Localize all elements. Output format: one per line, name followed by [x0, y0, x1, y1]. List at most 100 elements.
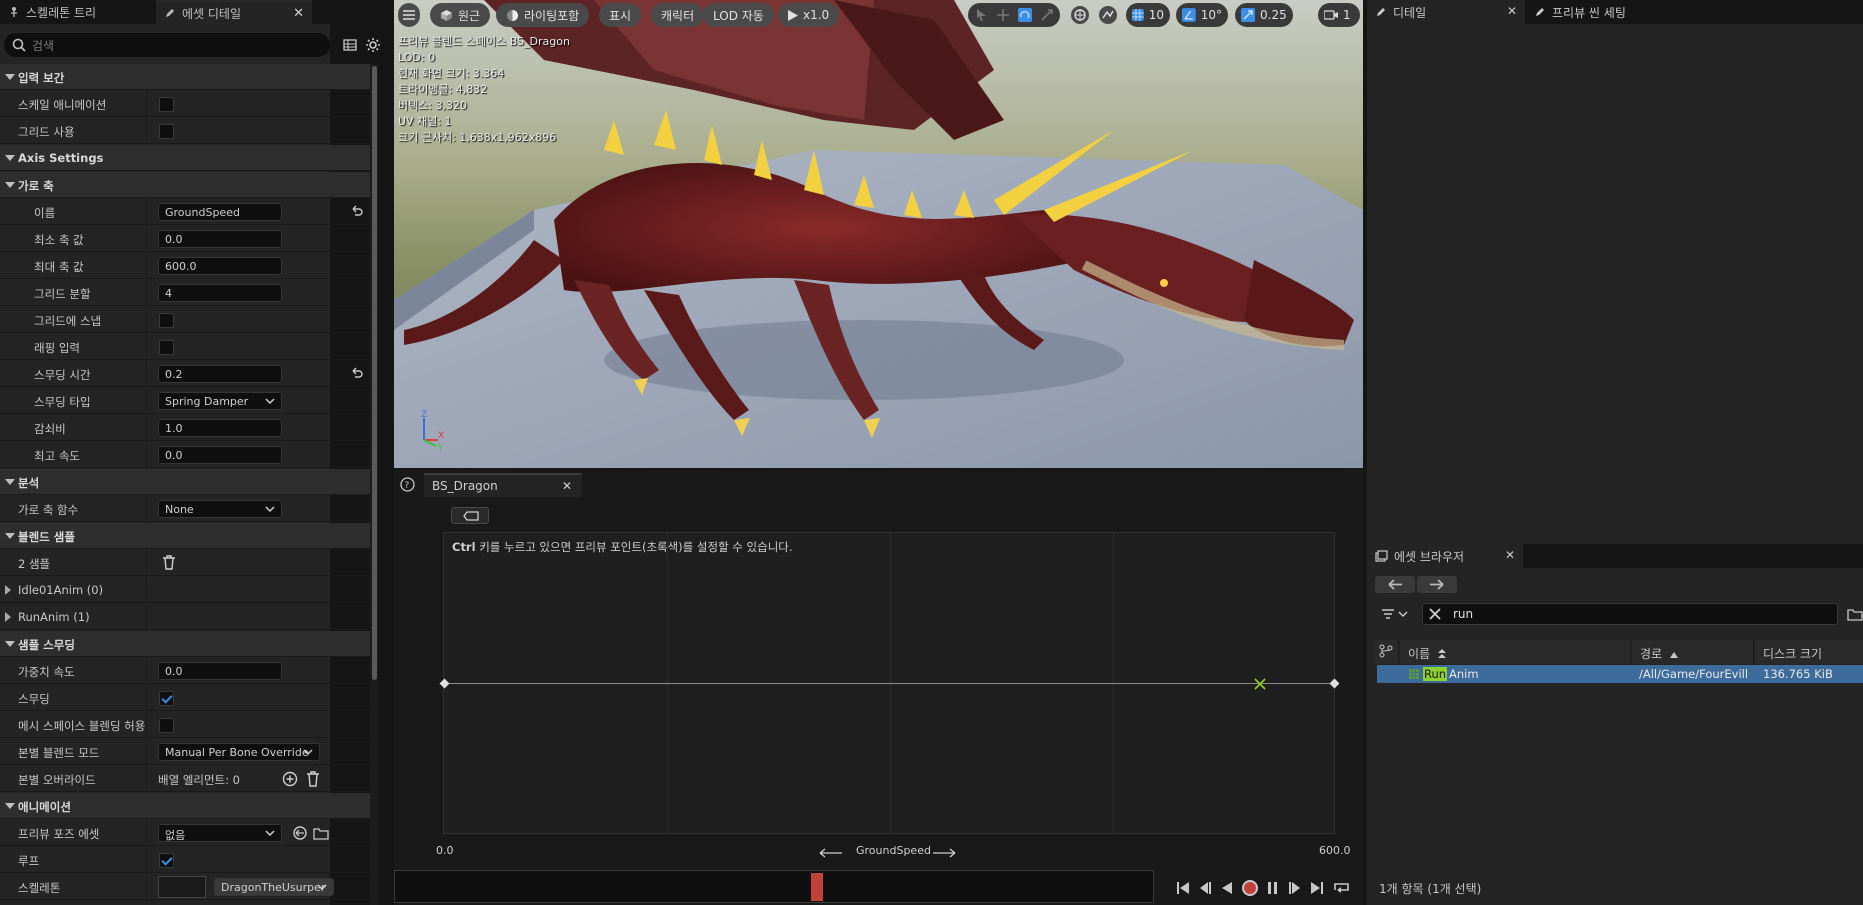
tab-asset-browser[interactable]: 에셋 브라우저 ✕ — [1367, 544, 1523, 568]
timeline-scrubber[interactable] — [394, 870, 1154, 903]
forward-button[interactable] — [1417, 576, 1457, 593]
play-reverse-icon[interactable] — [1220, 880, 1234, 896]
property-category[interactable]: 샘플 스무딩 — [0, 631, 370, 657]
world-space-icon[interactable] — [1070, 5, 1090, 25]
property-dropdown[interactable]: 없음 — [158, 824, 282, 842]
tab-asset-details[interactable]: 에셋 디테일 ✕ — [156, 0, 312, 24]
property-value-input[interactable]: 0.0 — [158, 446, 282, 464]
tab-preview-scene-settings[interactable]: 프리뷰 씬 세팅 — [1526, 0, 1696, 24]
tab-details[interactable]: 디테일 ✕ — [1367, 0, 1525, 24]
property-category[interactable]: 블렌드 샘플 — [0, 523, 370, 549]
clear-search-icon[interactable] — [1429, 608, 1441, 620]
loop-icon[interactable] — [1332, 880, 1352, 896]
expand-arrow-icon[interactable] — [5, 533, 15, 539]
table-view-icon[interactable] — [343, 38, 357, 52]
close-tab-icon[interactable]: ✕ — [562, 479, 572, 493]
property-value-input[interactable]: 0.0 — [158, 230, 282, 248]
move-icon[interactable] — [996, 8, 1010, 22]
viewport-menu-button[interactable] — [398, 3, 420, 27]
rotation-snap-toggle[interactable]: 10° — [1176, 3, 1228, 27]
column-disk-size[interactable]: 디스크 크기 — [1755, 640, 1863, 664]
sample-point-idle[interactable] — [439, 678, 450, 689]
close-tab-icon[interactable]: ✕ — [293, 6, 304, 21]
tab-bs-dragon[interactable]: BS_Dragon ✕ — [424, 473, 582, 497]
property-checkbox[interactable] — [159, 853, 174, 868]
property-dropdown[interactable]: Spring Damper — [158, 392, 282, 410]
playhead[interactable] — [811, 873, 823, 901]
expand-arrow-icon[interactable] — [5, 155, 15, 161]
property-value-input[interactable]: 1.0 — [158, 419, 282, 437]
property-value-input[interactable]: 0.0 — [158, 662, 282, 680]
property-value-input[interactable]: GroundSpeed — [158, 203, 282, 221]
asset-search-input[interactable]: run — [1422, 603, 1838, 625]
skip-to-end-icon[interactable] — [1310, 880, 1324, 896]
step-forward-icon[interactable] — [1288, 880, 1302, 896]
lod-auto-button[interactable]: LOD 자동 — [703, 3, 774, 27]
collapse-arrow-icon[interactable] — [5, 585, 11, 595]
collapse-arrow-icon[interactable] — [5, 612, 11, 622]
expand-arrow-icon[interactable] — [5, 479, 15, 485]
close-tab-icon[interactable]: ✕ — [1505, 548, 1515, 562]
property-category[interactable]: 입력 보간 — [0, 64, 370, 90]
back-button[interactable] — [1375, 576, 1415, 593]
playback-speed-button[interactable]: x1.0 — [778, 3, 840, 27]
transform-tools[interactable] — [968, 3, 1060, 27]
filter-icon[interactable] — [1381, 608, 1409, 620]
property-category[interactable]: 분석 — [0, 469, 370, 495]
help-icon[interactable]: ? — [400, 477, 415, 492]
property-checkbox[interactable] — [159, 340, 174, 355]
tab-skeleton-tree[interactable]: 스켈레톤 트리 — [0, 0, 155, 24]
skeleton-thumbnail[interactable] — [158, 876, 206, 898]
character-button[interactable]: 캐릭터 — [651, 3, 705, 27]
lighting-button[interactable]: 라이팅포함 — [496, 3, 590, 27]
add-remove-element-icons[interactable] — [282, 771, 324, 787]
pause-icon[interactable] — [1266, 880, 1280, 896]
reset-to-default-icon[interactable] — [350, 205, 364, 217]
folder-icon[interactable] — [1847, 607, 1863, 621]
property-checkbox[interactable] — [159, 691, 174, 706]
expand-arrow-icon[interactable] — [5, 803, 15, 809]
reset-to-default-icon[interactable] — [350, 367, 364, 379]
sample-point-run[interactable] — [1329, 678, 1340, 689]
search-input[interactable]: 검색 — [4, 33, 330, 57]
preview-viewport[interactable]: Z X Y 원근 라이팅포함 표시 캐릭터 LOD 자동 x1.0 10 10° — [394, 0, 1363, 468]
property-checkbox[interactable] — [159, 718, 174, 733]
blend-space-graph[interactable]: Ctrl 키를 누르고 있으면 프리뷰 포인트(초록색)를 설정할 수 있습니다… — [439, 532, 1340, 834]
asset-row-runanim[interactable]: Run Anim /All/Game/FourEvill 136.765 KiB — [1377, 665, 1863, 683]
select-icon[interactable] — [974, 8, 988, 22]
property-dropdown[interactable]: DragonTheUsurper — [214, 878, 334, 896]
property-category[interactable]: 애니메이션 — [0, 793, 370, 819]
column-hierarchy[interactable] — [1375, 640, 1399, 664]
trash-icon[interactable] — [162, 555, 176, 570]
close-tab-icon[interactable]: ✕ — [1507, 4, 1517, 18]
preview-point[interactable] — [1253, 677, 1267, 691]
property-checkbox[interactable] — [159, 124, 174, 139]
scrollbar-thumb[interactable] — [372, 66, 377, 680]
gear-icon[interactable] — [365, 37, 381, 53]
asset-picker-icons[interactable] — [292, 825, 332, 841]
property-checkbox[interactable] — [159, 97, 174, 112]
step-back-icon[interactable] — [1198, 880, 1212, 896]
expand-arrow-icon[interactable] — [5, 74, 15, 80]
property-value-input[interactable]: 0.2 — [158, 365, 282, 383]
expand-arrow-icon[interactable] — [5, 641, 15, 647]
surface-snap-icon[interactable] — [1098, 5, 1118, 25]
property-dropdown[interactable]: Manual Per Bone Override — [158, 743, 320, 761]
property-category[interactable]: Axis Settings — [0, 145, 370, 171]
property-category[interactable]: 가로 축 — [0, 172, 370, 198]
property-row[interactable]: Idle01Anim (0) — [0, 577, 370, 603]
grid-snap-toggle[interactable]: 10 — [1126, 3, 1170, 27]
property-value-input[interactable]: 600.0 — [158, 257, 282, 275]
column-name[interactable]: 이름 — [1400, 640, 1631, 664]
expand-arrow-icon[interactable] — [5, 182, 15, 188]
column-path[interactable]: 경로 — [1632, 640, 1754, 664]
record-icon[interactable] — [1241, 879, 1259, 897]
property-dropdown[interactable]: None — [158, 500, 282, 518]
property-row[interactable]: RunAnim (1) — [0, 604, 370, 630]
property-value-input[interactable]: 4 — [158, 284, 282, 302]
show-button[interactable]: 표시 — [599, 3, 642, 27]
property-checkbox[interactable] — [159, 313, 174, 328]
scale-snap-toggle[interactable]: 0.25 — [1235, 3, 1293, 27]
input-preview-toggle[interactable] — [451, 507, 489, 524]
perspective-button[interactable]: 원근 — [430, 3, 491, 27]
